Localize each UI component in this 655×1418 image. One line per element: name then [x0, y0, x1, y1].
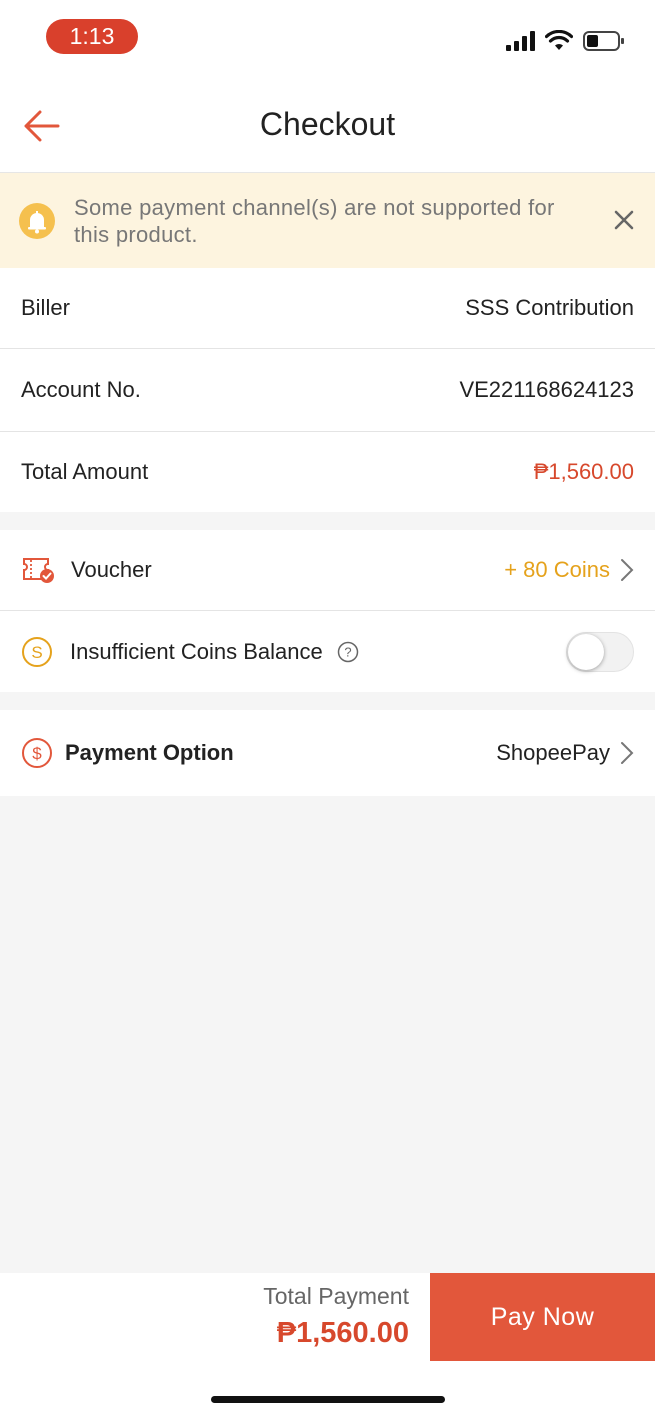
home-indicator-area: [0, 1361, 655, 1418]
account-row: Account No. VE221168624123: [0, 349, 655, 431]
chevron-right-icon: [621, 559, 634, 581]
coin-icon: S: [22, 636, 52, 667]
pay-now-button[interactable]: Pay Now: [430, 1273, 655, 1361]
svg-text:S: S: [31, 643, 42, 662]
checkout-footer: Total Payment ₱1,560.00 Pay Now: [0, 1273, 655, 1361]
total-payment-value: ₱1,560.00: [276, 1317, 409, 1349]
status-bar: 1:13: [0, 0, 655, 80]
voucher-coins-value: + 80 Coins: [504, 557, 610, 582]
total-amount-label: Total Amount: [21, 459, 149, 484]
biller-value: SSS Contribution: [465, 295, 634, 320]
account-value: VE221168624123: [459, 377, 634, 402]
status-icons: [506, 28, 625, 54]
total-amount-value: ₱1,560.00: [533, 459, 634, 484]
bell-icon: [19, 203, 55, 239]
voucher-icon: [23, 558, 54, 583]
toggle-knob: [568, 633, 604, 670]
biller-label: Biller: [21, 295, 70, 320]
wifi-icon: [545, 30, 573, 50]
account-label: Account No.: [21, 377, 141, 402]
payment-option-value: ShopeePay: [496, 740, 610, 765]
total-payment-label: Total Payment: [263, 1283, 409, 1309]
svg-text:?: ?: [344, 644, 351, 659]
voucher-row[interactable]: Voucher + 80 Coins: [0, 530, 655, 610]
cellular-signal-icon: [506, 31, 535, 51]
payment-option-row[interactable]: $ Payment Option ShopeePay: [0, 710, 655, 796]
total-amount-row: Total Amount ₱1,560.00: [0, 432, 655, 512]
voucher-label: Voucher: [71, 557, 152, 582]
status-time: 1:13: [46, 19, 138, 54]
notice-text: Some payment channel(s) are not supporte…: [74, 195, 555, 247]
payment-option-label: Payment Option: [65, 740, 234, 765]
help-icon[interactable]: ?: [337, 641, 359, 663]
dollar-icon: $: [22, 738, 52, 768]
svg-text:$: $: [32, 744, 42, 763]
biller-row: Biller SSS Contribution: [0, 268, 655, 348]
coins-toggle[interactable]: [566, 631, 634, 672]
battery-icon: [583, 31, 624, 51]
coins-row: S Insufficient Coins Balance ?: [0, 611, 655, 692]
unsupported-channel-notice: Some payment channel(s) are not supporte…: [0, 173, 655, 268]
home-indicator[interactable]: [211, 1396, 445, 1403]
chevron-right-icon: [621, 742, 634, 764]
coins-label: Insufficient Coins Balance: [70, 638, 323, 664]
page-title: Checkout: [259, 106, 396, 142]
close-notice-icon[interactable]: [610, 206, 638, 234]
checkout-header: Checkout: [0, 80, 655, 173]
